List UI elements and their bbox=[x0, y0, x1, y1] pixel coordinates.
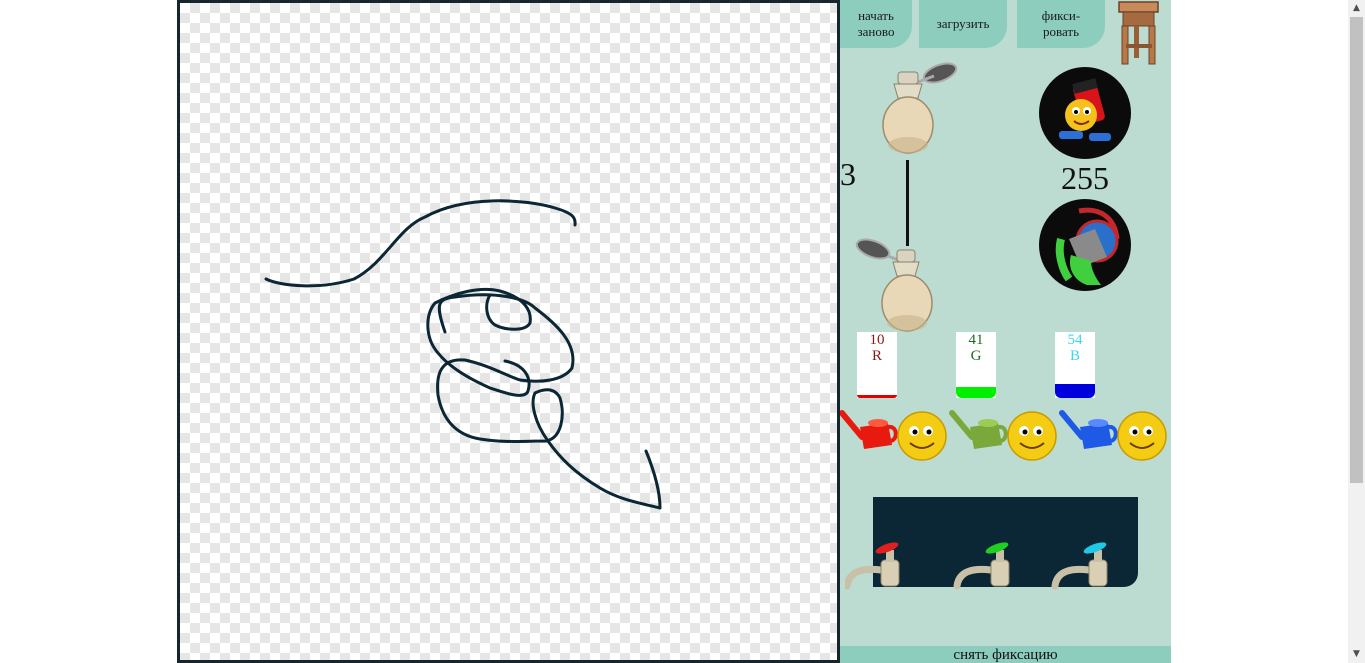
drawing-stroke-layer bbox=[264, 199, 662, 510]
blue-channel-label: B bbox=[1069, 348, 1080, 364]
green-channel-bar bbox=[956, 387, 996, 398]
drawing-canvas[interactable] bbox=[177, 0, 840, 663]
green-channel-card: 41 G bbox=[956, 332, 996, 398]
red-channel-bar bbox=[857, 395, 897, 398]
restart-label-line2: заново bbox=[857, 24, 895, 39]
unfix-button[interactable]: снять фиксацию bbox=[840, 646, 1171, 663]
drawn-stroke bbox=[436, 293, 662, 510]
red-watering-can-icon[interactable] bbox=[840, 410, 898, 449]
scroll-down-arrow-icon[interactable]: ▼ bbox=[1348, 646, 1365, 663]
watering-can-row bbox=[840, 410, 1167, 461]
brush-size-slider-track[interactable] bbox=[906, 160, 909, 246]
opacity-value: 255 bbox=[1061, 160, 1109, 196]
control-panel: начать заново загрузить фикси-ровать 3 2… bbox=[840, 0, 1171, 663]
cartoon-marker-icon bbox=[1059, 78, 1111, 141]
blue-channel-bar bbox=[1055, 384, 1095, 398]
blue-smiley-icon bbox=[1117, 411, 1167, 461]
fix-label-line1: фикси- bbox=[1041, 8, 1081, 23]
green-watering-can-icon[interactable] bbox=[949, 410, 1008, 449]
drawn-stroke bbox=[264, 199, 577, 288]
page-scrollbar[interactable]: ▲ ▼ bbox=[1348, 0, 1365, 663]
opacity-decrease-button[interactable] bbox=[1039, 199, 1131, 291]
faucet-row bbox=[845, 540, 1108, 590]
fix-button[interactable]: фикси-ровать bbox=[1017, 0, 1105, 48]
stool-icon[interactable] bbox=[1116, 0, 1161, 66]
opacity-increase-button[interactable] bbox=[1039, 67, 1131, 159]
green-channel-value: 41 bbox=[968, 332, 984, 348]
restart-button[interactable]: начать заново bbox=[840, 0, 912, 48]
blue-channel-card: 54 B bbox=[1055, 332, 1095, 398]
brush-size-value: 3 bbox=[840, 156, 856, 192]
brush-size-increase-bottle-icon[interactable] bbox=[878, 60, 960, 160]
fix-label-line2: ровать bbox=[1042, 24, 1079, 39]
green-faucet-icon[interactable] bbox=[953, 540, 1010, 590]
green-smiley-icon bbox=[1007, 411, 1057, 461]
brush-size-decrease-bottle-icon[interactable] bbox=[853, 236, 935, 336]
red-channel-value: 10 bbox=[869, 332, 885, 348]
red-channel-card: 10 R bbox=[857, 332, 897, 398]
blue-faucet-icon[interactable] bbox=[1051, 540, 1108, 590]
unfix-label: снять фиксацию bbox=[953, 647, 1058, 663]
blue-watering-can-icon[interactable] bbox=[1059, 410, 1118, 449]
restart-label-line1: начать bbox=[858, 8, 894, 23]
red-channel-label: R bbox=[871, 348, 882, 364]
load-button[interactable]: загрузить bbox=[919, 0, 1007, 48]
blue-channel-value: 54 bbox=[1067, 332, 1083, 348]
paint-bucket-icon bbox=[1055, 207, 1120, 285]
load-label: загрузить bbox=[936, 16, 990, 31]
scrollbar-thumb[interactable] bbox=[1350, 17, 1363, 483]
red-faucet-icon[interactable] bbox=[845, 540, 900, 590]
red-smiley-icon bbox=[897, 411, 947, 461]
green-channel-label: G bbox=[970, 348, 982, 364]
scroll-up-arrow-icon[interactable]: ▲ bbox=[1348, 0, 1365, 17]
